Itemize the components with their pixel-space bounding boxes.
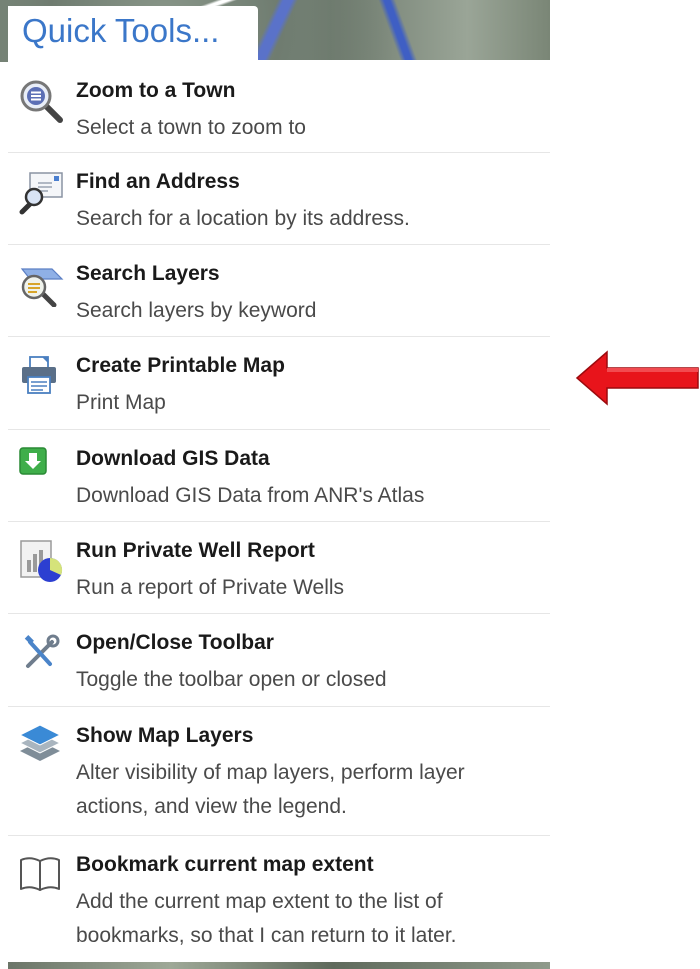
tool-label: Create Printable Map [76, 354, 285, 377]
tool-label: Zoom to a Town [76, 79, 236, 102]
tool-run-private-well-report[interactable]: Run Private Well Report Run a report of … [8, 522, 550, 614]
download-icon [18, 446, 64, 492]
tool-label: Find an Address [76, 170, 240, 193]
tool-search-layers[interactable]: Search Layers Search layers by keyword [8, 245, 550, 337]
tool-description: Add the current map extent to the list o… [76, 890, 457, 947]
tools-icon [18, 630, 64, 676]
map-background-bottom-strip [8, 962, 550, 969]
tool-label: Open/Close Toolbar [76, 631, 274, 654]
tool-open-close-toolbar[interactable]: Open/Close Toolbar Toggle the toolbar op… [8, 614, 550, 707]
tool-label: Download GIS Data [76, 447, 270, 470]
red-arrow-annotation-icon [575, 350, 699, 406]
tool-bookmark-map-extent[interactable]: Bookmark current map extent Add the curr… [8, 836, 550, 962]
tool-description: Select a town to zoom to [76, 116, 306, 139]
tool-description: Search layers by keyword [76, 299, 317, 322]
tool-zoom-to-town[interactable]: Zoom to a Town Select a town to zoom to [8, 62, 550, 153]
tool-download-gis-data[interactable]: Download GIS Data Download GIS Data from… [8, 430, 550, 522]
tool-label: Search Layers [76, 262, 220, 285]
tool-description: Run a report of Private Wells [76, 576, 345, 599]
tool-description: Print Map [76, 391, 166, 414]
printer-icon [18, 353, 64, 399]
tool-description: Download GIS Data from ANR's Atlas [76, 484, 425, 507]
layer-search-icon [18, 261, 64, 308]
report-chart-icon [18, 538, 64, 584]
book-icon [18, 852, 64, 898]
zoom-list-icon [18, 78, 64, 124]
tool-label: Bookmark current map extent [76, 853, 374, 876]
tool-show-map-layers[interactable]: Show Map Layers Alter visibility of map … [8, 707, 550, 836]
panel-title: Quick Tools... [22, 12, 220, 49]
layers-icon [18, 723, 64, 769]
tool-find-address[interactable]: Find an Address Search for a location by… [8, 153, 550, 245]
tool-label: Run Private Well Report [76, 539, 315, 562]
tool-description: Search for a location by its address. [76, 207, 410, 230]
tool-label: Show Map Layers [76, 724, 254, 747]
address-search-icon [18, 169, 64, 215]
tool-description: Alter visibility of map layers, perform … [76, 761, 465, 818]
tool-create-printable-map[interactable]: Create Printable Map Print Map [8, 337, 550, 430]
tool-description: Toggle the toolbar open or closed [76, 668, 387, 691]
